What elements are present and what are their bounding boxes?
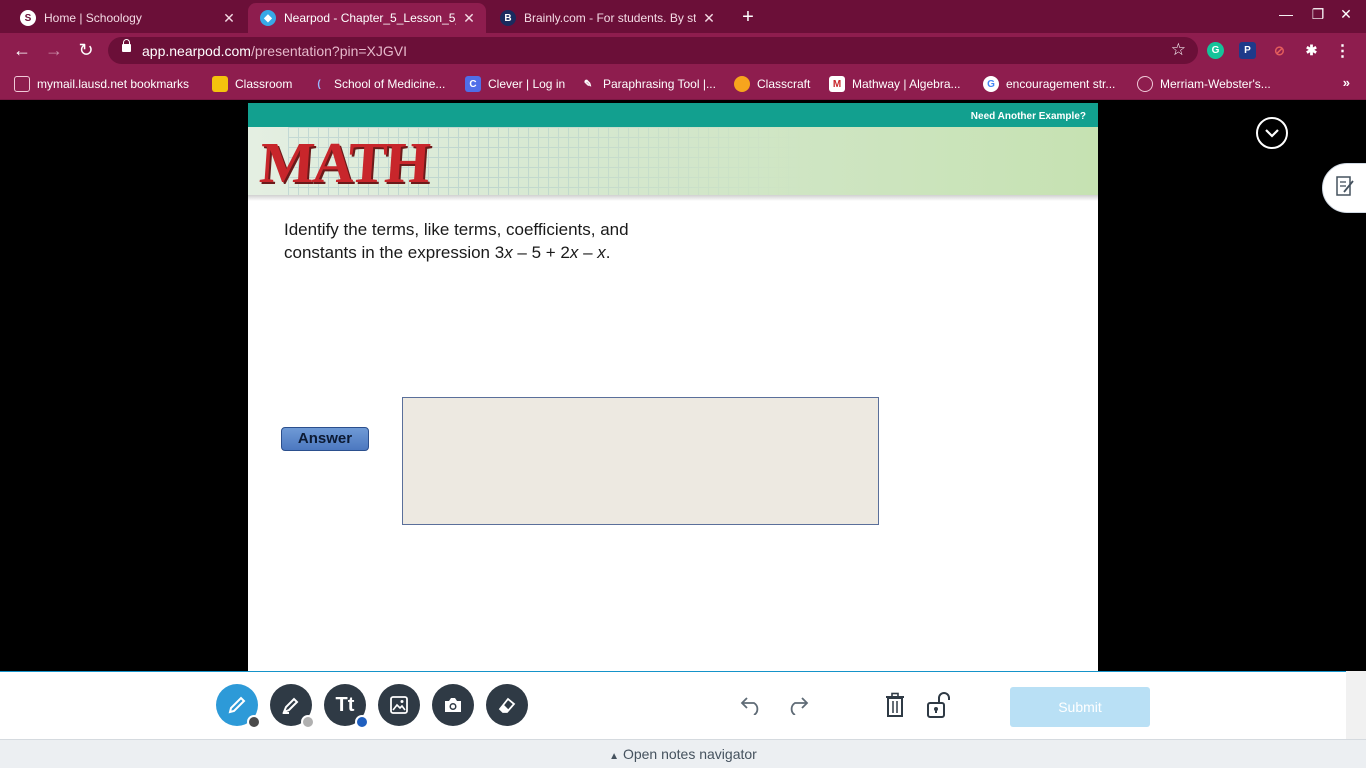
bookmarks-bar: mymail.lausd.net bookmarks Classroom ( Sc… [0, 68, 1366, 100]
unlock-icon[interactable] [926, 691, 954, 719]
close-icon[interactable]: ✕ [702, 10, 716, 27]
question-text: Identify the terms, like terms, coeffici… [284, 220, 629, 262]
bookmark-paraphrasing[interactable]: ✎ Paraphrasing Tool |... [580, 75, 716, 93]
close-icon[interactable]: ✕ [462, 10, 476, 27]
globe-icon [1137, 76, 1153, 92]
pencil-color-dot [247, 715, 261, 729]
redo-icon[interactable] [783, 691, 811, 719]
bookmark-label: Paraphrasing Tool |... [603, 77, 716, 91]
bookmark-merriam-webster[interactable]: Merriam-Webster's... [1137, 75, 1271, 93]
bookmark-mathway[interactable]: M Mathway | Algebra... [829, 75, 961, 93]
brainly-icon: B [500, 10, 516, 26]
slide-top-bar: Need Another Example? [248, 103, 1098, 127]
reload-icon[interactable]: ↻ [75, 39, 97, 61]
notes-edit-icon[interactable] [1336, 176, 1354, 198]
feather-icon: ✎ [583, 78, 593, 90]
schoology-icon: S [20, 10, 36, 26]
menu-dots-icon[interactable]: ⋮ [1334, 42, 1351, 60]
tab-title: Brainly.com - For students. By st [524, 11, 696, 25]
bookmark-label: School of Medicine... [334, 77, 446, 91]
bookmark-label: Merriam-Webster's... [1160, 77, 1271, 91]
bookmark-classroom[interactable]: Classroom [212, 75, 292, 93]
classroom-icon [212, 76, 228, 92]
image-tool[interactable] [378, 684, 420, 726]
tab-nearpod[interactable]: ◆ Nearpod - Chapter_5_Lesson_5_ ✕ [248, 3, 486, 33]
bookmark-mymail[interactable]: mymail.lausd.net bookmarks [14, 75, 189, 93]
folder-icon [14, 76, 30, 92]
window-close-icon[interactable]: ✕ [1336, 6, 1356, 23]
text-tool-label: Tt [335, 693, 355, 716]
highlighter-color-dot [301, 715, 315, 729]
submit-button[interactable]: Submit [1010, 687, 1150, 727]
math-logo: MATH [257, 130, 431, 195]
grammarly-icon[interactable]: G [1207, 42, 1224, 59]
google-icon: G [983, 76, 999, 92]
eraser-tool[interactable] [486, 684, 528, 726]
chevron-down-icon[interactable] [1256, 117, 1288, 149]
back-icon[interactable]: ← [11, 39, 33, 61]
math-banner: MATH [248, 127, 1098, 195]
extensions-puzzle-icon[interactable]: ✱ [1303, 42, 1320, 59]
image-icon [390, 696, 408, 714]
highlighter-tool[interactable] [270, 684, 315, 729]
bookmark-clever[interactable]: C Clever | Log in [465, 75, 565, 93]
bookmark-classcraft[interactable]: Classcraft [734, 75, 810, 93]
bookmark-label: Mathway | Algebra... [852, 77, 961, 91]
nearpod-icon: ◆ [260, 10, 276, 26]
lock-icon [122, 39, 131, 52]
bookmark-label: Classroom [235, 77, 293, 91]
url-text: app.nearpod.com/presentation?pin=XJGVI [142, 43, 408, 59]
bookmark-encouragement[interactable]: Gencouragement str... [983, 75, 1115, 93]
trash-icon[interactable] [881, 691, 909, 719]
extension-icon-2[interactable]: ⊘ [1271, 42, 1288, 59]
medicine-icon: ( [317, 78, 321, 90]
eraser-icon [498, 697, 516, 713]
caret-up-icon: ▲ [609, 751, 620, 762]
bookmark-label: mymail.lausd.net bookmarks [37, 77, 190, 91]
pencil-icon [228, 696, 246, 714]
camera-icon [445, 698, 461, 712]
bookmark-label: Classcraft [757, 77, 811, 91]
answer-box[interactable] [402, 397, 879, 525]
close-icon[interactable]: ✕ [222, 10, 236, 27]
tab-title: Nearpod - Chapter_5_Lesson_5_ [284, 11, 456, 25]
undo-icon[interactable] [738, 691, 766, 719]
tab-brainly[interactable]: B Brainly.com - For students. By st ✕ [488, 3, 726, 33]
browser-toolbar: ← → ↻ app.nearpod.com/presentation?pin=X… [0, 33, 1366, 68]
pencil-tool[interactable] [216, 684, 261, 729]
tab-schoology[interactable]: S Home | Schoology ✕ [8, 3, 246, 33]
bookmark-school-medicine[interactable]: ( School of Medicine... [311, 75, 445, 93]
tab-strip: S Home | Schoology ✕ ◆ Nearpod - Chapter… [0, 0, 1366, 33]
banner-shadow [248, 195, 1098, 201]
slide-canvas[interactable]: Need Another Example? MATH Identify the … [248, 103, 1098, 671]
need-example-link[interactable]: Need Another Example? [971, 111, 1086, 122]
drawing-toolbar: Tt Submit [0, 671, 1346, 739]
camera-tool[interactable] [432, 684, 474, 726]
answer-button[interactable]: Answer [281, 427, 369, 451]
notes-navigator-toggle[interactable]: ▲ Open notes navigator [0, 739, 1366, 768]
notes-navigator-label: Open notes navigator [622, 746, 757, 762]
text-color-dot [355, 715, 369, 729]
tab-title: Home | Schoology [44, 11, 142, 25]
scrollbar[interactable] [1346, 671, 1366, 739]
address-bar[interactable]: app.nearpod.com/presentation?pin=XJGVI ☆ [108, 37, 1198, 64]
clever-icon: C [465, 76, 481, 92]
bookmark-label: Clever | Log in [488, 77, 566, 91]
classcraft-icon [734, 76, 750, 92]
bookmark-star-icon[interactable]: ☆ [1171, 40, 1186, 60]
more-bookmarks-icon[interactable]: » [1343, 75, 1350, 90]
forward-icon[interactable]: → [43, 39, 65, 61]
mathway-icon: M [829, 76, 845, 92]
minimize-icon[interactable]: — [1276, 6, 1296, 22]
new-tab-button[interactable]: + [737, 6, 759, 29]
restore-icon[interactable]: ❐ [1308, 6, 1328, 23]
extension-icon[interactable]: P [1239, 42, 1256, 59]
text-tool[interactable]: Tt [324, 684, 369, 729]
highlighter-icon [282, 697, 299, 714]
bookmark-label: encouragement str... [1006, 77, 1116, 91]
